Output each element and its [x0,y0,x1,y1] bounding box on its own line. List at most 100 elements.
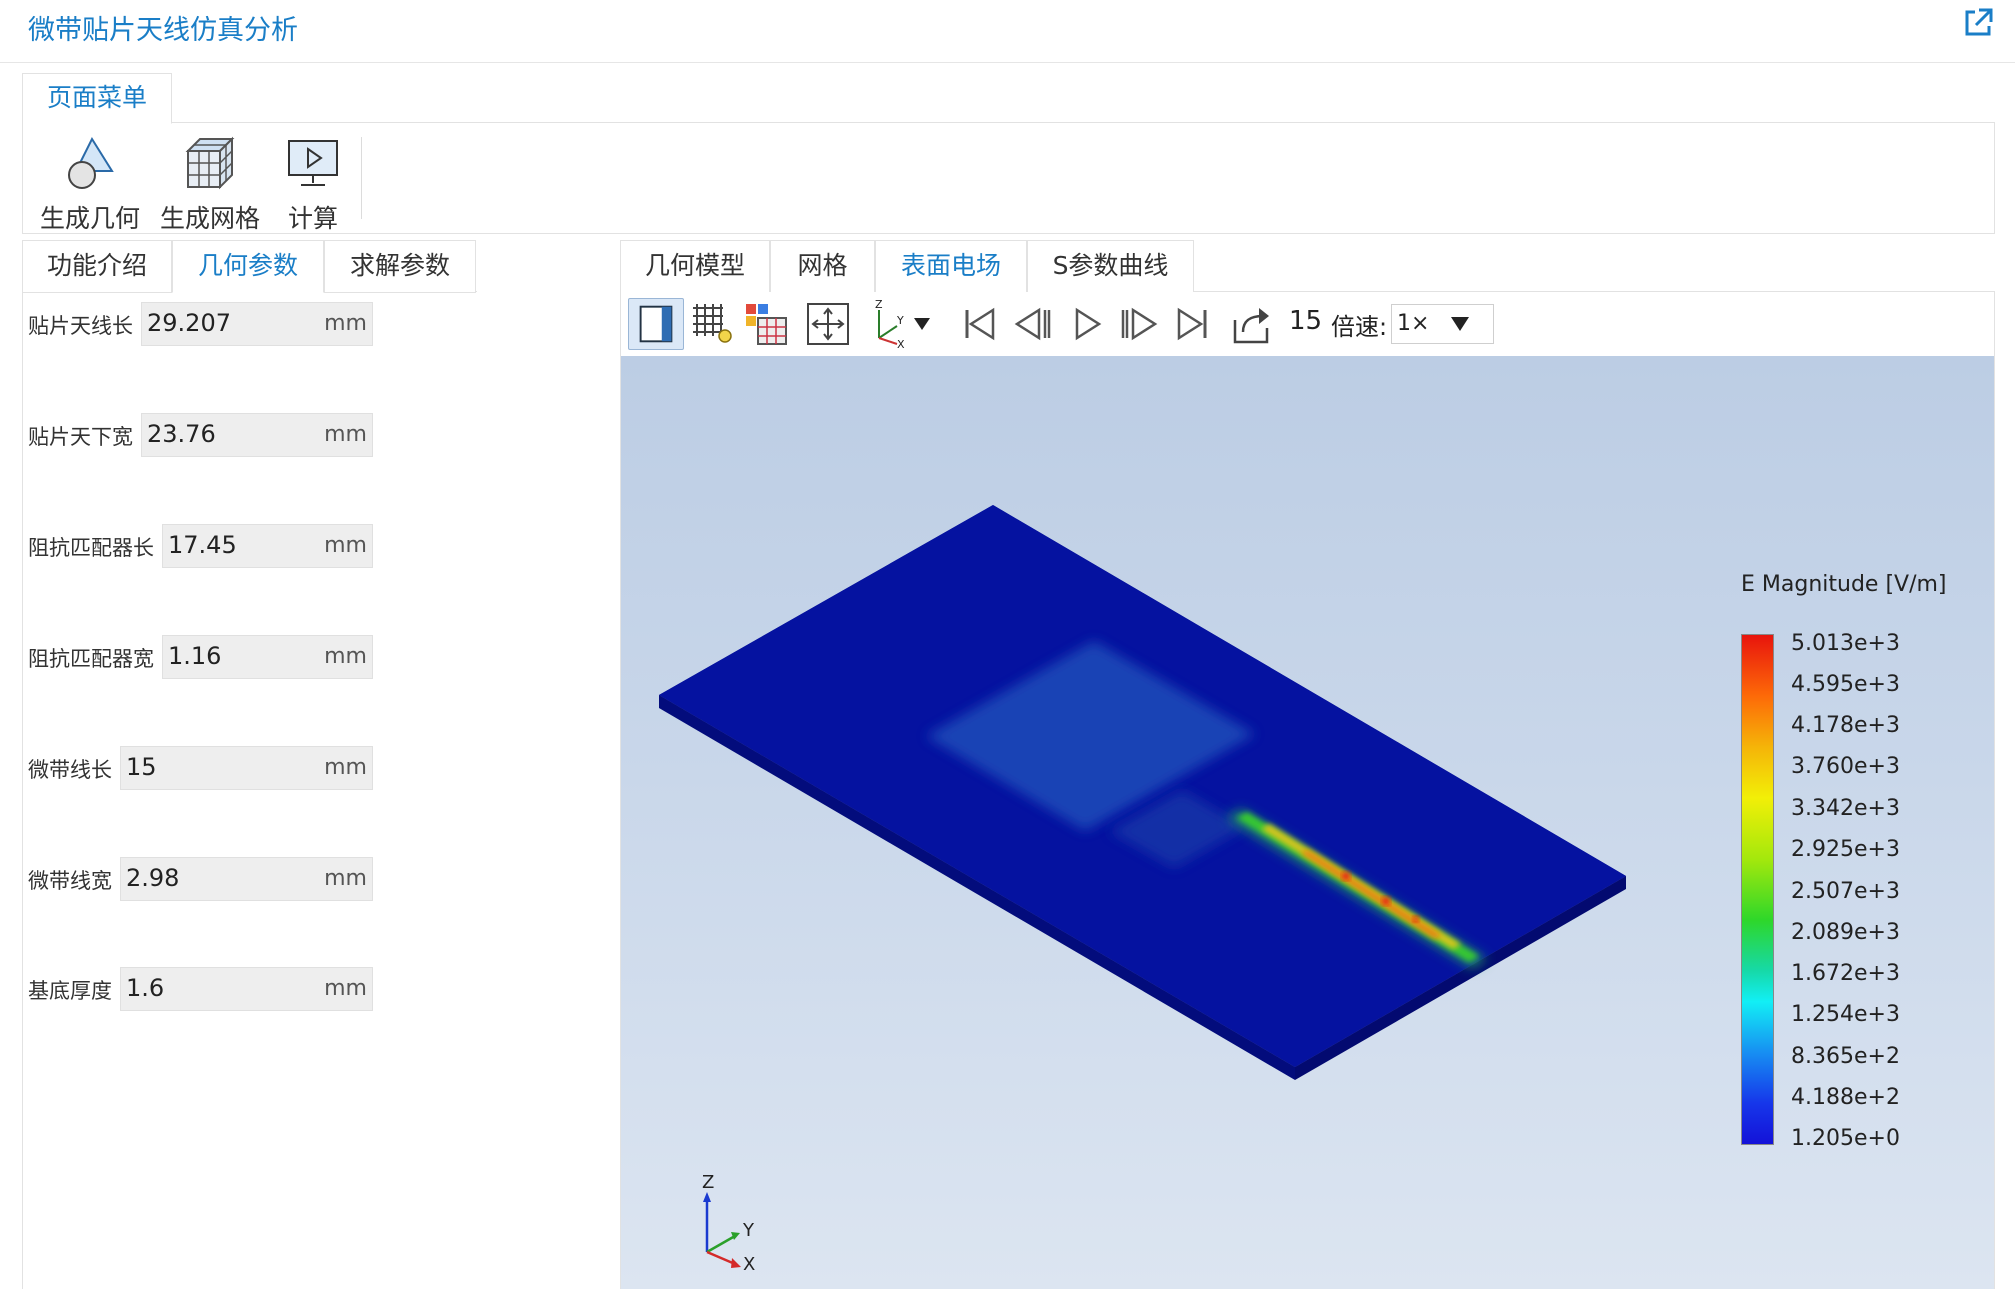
compute-button[interactable]: 计算 [277,133,349,235]
viewer-toolbar: Z Y X 15 倍速: 1× [621,292,1994,356]
param-label: 微带线宽 [28,869,112,893]
param-value: 2.98 [126,864,180,892]
axis-triad: Z Y X [702,1172,755,1272]
param-label: 微带线长 [28,758,112,782]
legend-tick: 4.188e+2 [1791,1085,1900,1110]
axis-label: X [897,338,905,350]
param-row: 阻抗匹配器宽 1.16 mm [28,635,378,679]
tab-page-menu[interactable]: 页面菜单 [22,73,172,124]
param-input[interactable]: 17.45 mm [162,524,373,568]
ribbon-toolbar: 生成几何 生成网格 计算 [22,123,1995,234]
first-frame-icon[interactable] [959,298,999,350]
frame-number: 15 [1289,306,1323,336]
legend-tick: 1.672e+3 [1791,961,1900,986]
mesh-display-icon[interactable] [740,298,792,350]
app-title: 微带贴片天线仿真分析 [28,15,298,46]
hot-spot [1413,916,1419,922]
param-value: 1.16 [168,642,222,670]
fit-view-icon[interactable] [802,298,854,350]
legend-tick: 4.178e+3 [1791,713,1900,738]
tab-s-param-curve[interactable]: S参数曲线 [1027,240,1194,293]
chevron-down-icon [1451,317,1469,331]
geometry-icon [68,136,114,189]
param-unit: mm [324,311,367,336]
compute-label: 计算 [287,204,338,233]
mesh-cube-icon [185,136,235,190]
generate-mesh-button[interactable]: 生成网格 [155,133,265,235]
param-value: 29.207 [147,309,231,337]
surface-view-icon[interactable] [628,298,684,350]
param-input[interactable]: 29.207 mm [141,302,373,346]
param-value: 15 [126,753,157,781]
param-value: 23.76 [147,420,216,448]
axes-orientation-icon[interactable]: Z Y X [863,298,907,350]
render-canvas[interactable]: E Magnitude [V/m] 5.013e+3 4.595e+3 4.17… [621,356,1994,1289]
param-value: 17.45 [168,531,237,559]
triad-x-label: X [743,1254,755,1272]
legend-tick: 3.342e+3 [1791,796,1900,821]
previous-frame-icon[interactable] [1011,298,1055,350]
menu-tabbar: 页面菜单 [22,73,1995,124]
tab-surface-field[interactable]: 表面电场 [875,240,1027,293]
speed-value: 1× [1397,311,1430,336]
generate-mesh-label: 生成网格 [159,204,260,233]
param-label: 基底厚度 [28,979,112,1003]
triad-y-label: Y [742,1220,755,1241]
generate-geometry-button[interactable]: 生成几何 [35,133,145,235]
legend-tick: 4.595e+3 [1791,672,1900,697]
tab-intro[interactable]: 功能介绍 [22,240,172,293]
monitor-play-icon [288,140,338,186]
param-label: 阻抗匹配器长 [28,536,154,560]
triad-z-label: Z [702,1172,714,1193]
speed-label: 倍速: [1331,313,1388,341]
param-input[interactable]: 1.6 mm [120,967,373,1011]
legend-tick: 2.507e+3 [1791,879,1900,904]
param-row: 贴片天下宽 23.76 mm [28,413,378,457]
param-unit: mm [324,866,367,891]
legend-tick: 3.760e+3 [1791,754,1900,779]
param-unit: mm [324,976,367,1001]
legend-tick: 2.089e+3 [1791,920,1900,945]
hot-spot [1342,872,1350,880]
last-frame-icon[interactable] [1173,298,1213,350]
param-row: 基底厚度 1.6 mm [28,967,378,1011]
legend-tick: 1.254e+3 [1791,1002,1900,1027]
play-icon[interactable] [1067,298,1107,350]
param-row: 阻抗匹配器长 17.45 mm [28,524,378,568]
colorbar [1741,634,1774,1145]
tab-mesh[interactable]: 网格 [770,240,875,293]
app-window: 微带贴片天线仿真分析 页面菜单 生成几何 生成网格 计算 功能介绍 几何参数 求… [0,0,2015,1289]
legend-tick: 8.365e+2 [1791,1044,1900,1069]
tab-geometry-params[interactable]: 几何参数 [172,240,324,293]
legend-tick: 2.925e+3 [1791,837,1900,862]
legend-title: E Magnitude [V/m] [1741,572,1947,597]
next-frame-icon[interactable] [1117,298,1161,350]
left-tabbar: 功能介绍 几何参数 求解参数 [22,240,477,293]
axis-label: Z [875,298,883,311]
wireframe-light-icon[interactable] [687,298,737,350]
tab-geometry-model[interactable]: 几何模型 [620,240,770,293]
param-unit: mm [324,644,367,669]
export-icon[interactable] [1229,298,1275,350]
param-input[interactable]: 15 mm [120,746,373,790]
field-render [659,505,1626,1080]
param-unit: mm [324,533,367,558]
geometry-params-panel: 贴片天线长 29.207 mm 贴片天下宽 23.76 mm 阻抗匹配器长 17… [22,292,620,1289]
tab-solver-params[interactable]: 求解参数 [324,240,476,293]
legend-tick: 1.205e+0 [1791,1126,1900,1151]
generate-geometry-label: 生成几何 [39,204,140,233]
dropdown-arrow-icon[interactable] [911,298,933,350]
view-tabbar: 几何模型 网格 表面电场 S参数曲线 [620,240,1995,293]
param-input[interactable]: 23.76 mm [141,413,373,457]
param-input[interactable]: 2.98 mm [120,857,373,901]
legend-tick: 5.013e+3 [1791,631,1900,656]
param-value: 1.6 [126,974,165,1002]
param-input[interactable]: 1.16 mm [162,635,373,679]
param-label: 贴片天下宽 [28,425,133,449]
axis-label: Y [896,314,904,327]
speed-select[interactable]: 1× [1391,304,1494,344]
param-label: 阻抗匹配器宽 [28,647,154,671]
param-row: 贴片天线长 29.207 mm [28,302,378,346]
title-bar: 微带贴片天线仿真分析 [0,0,2015,63]
popout-icon[interactable] [1961,6,1995,40]
